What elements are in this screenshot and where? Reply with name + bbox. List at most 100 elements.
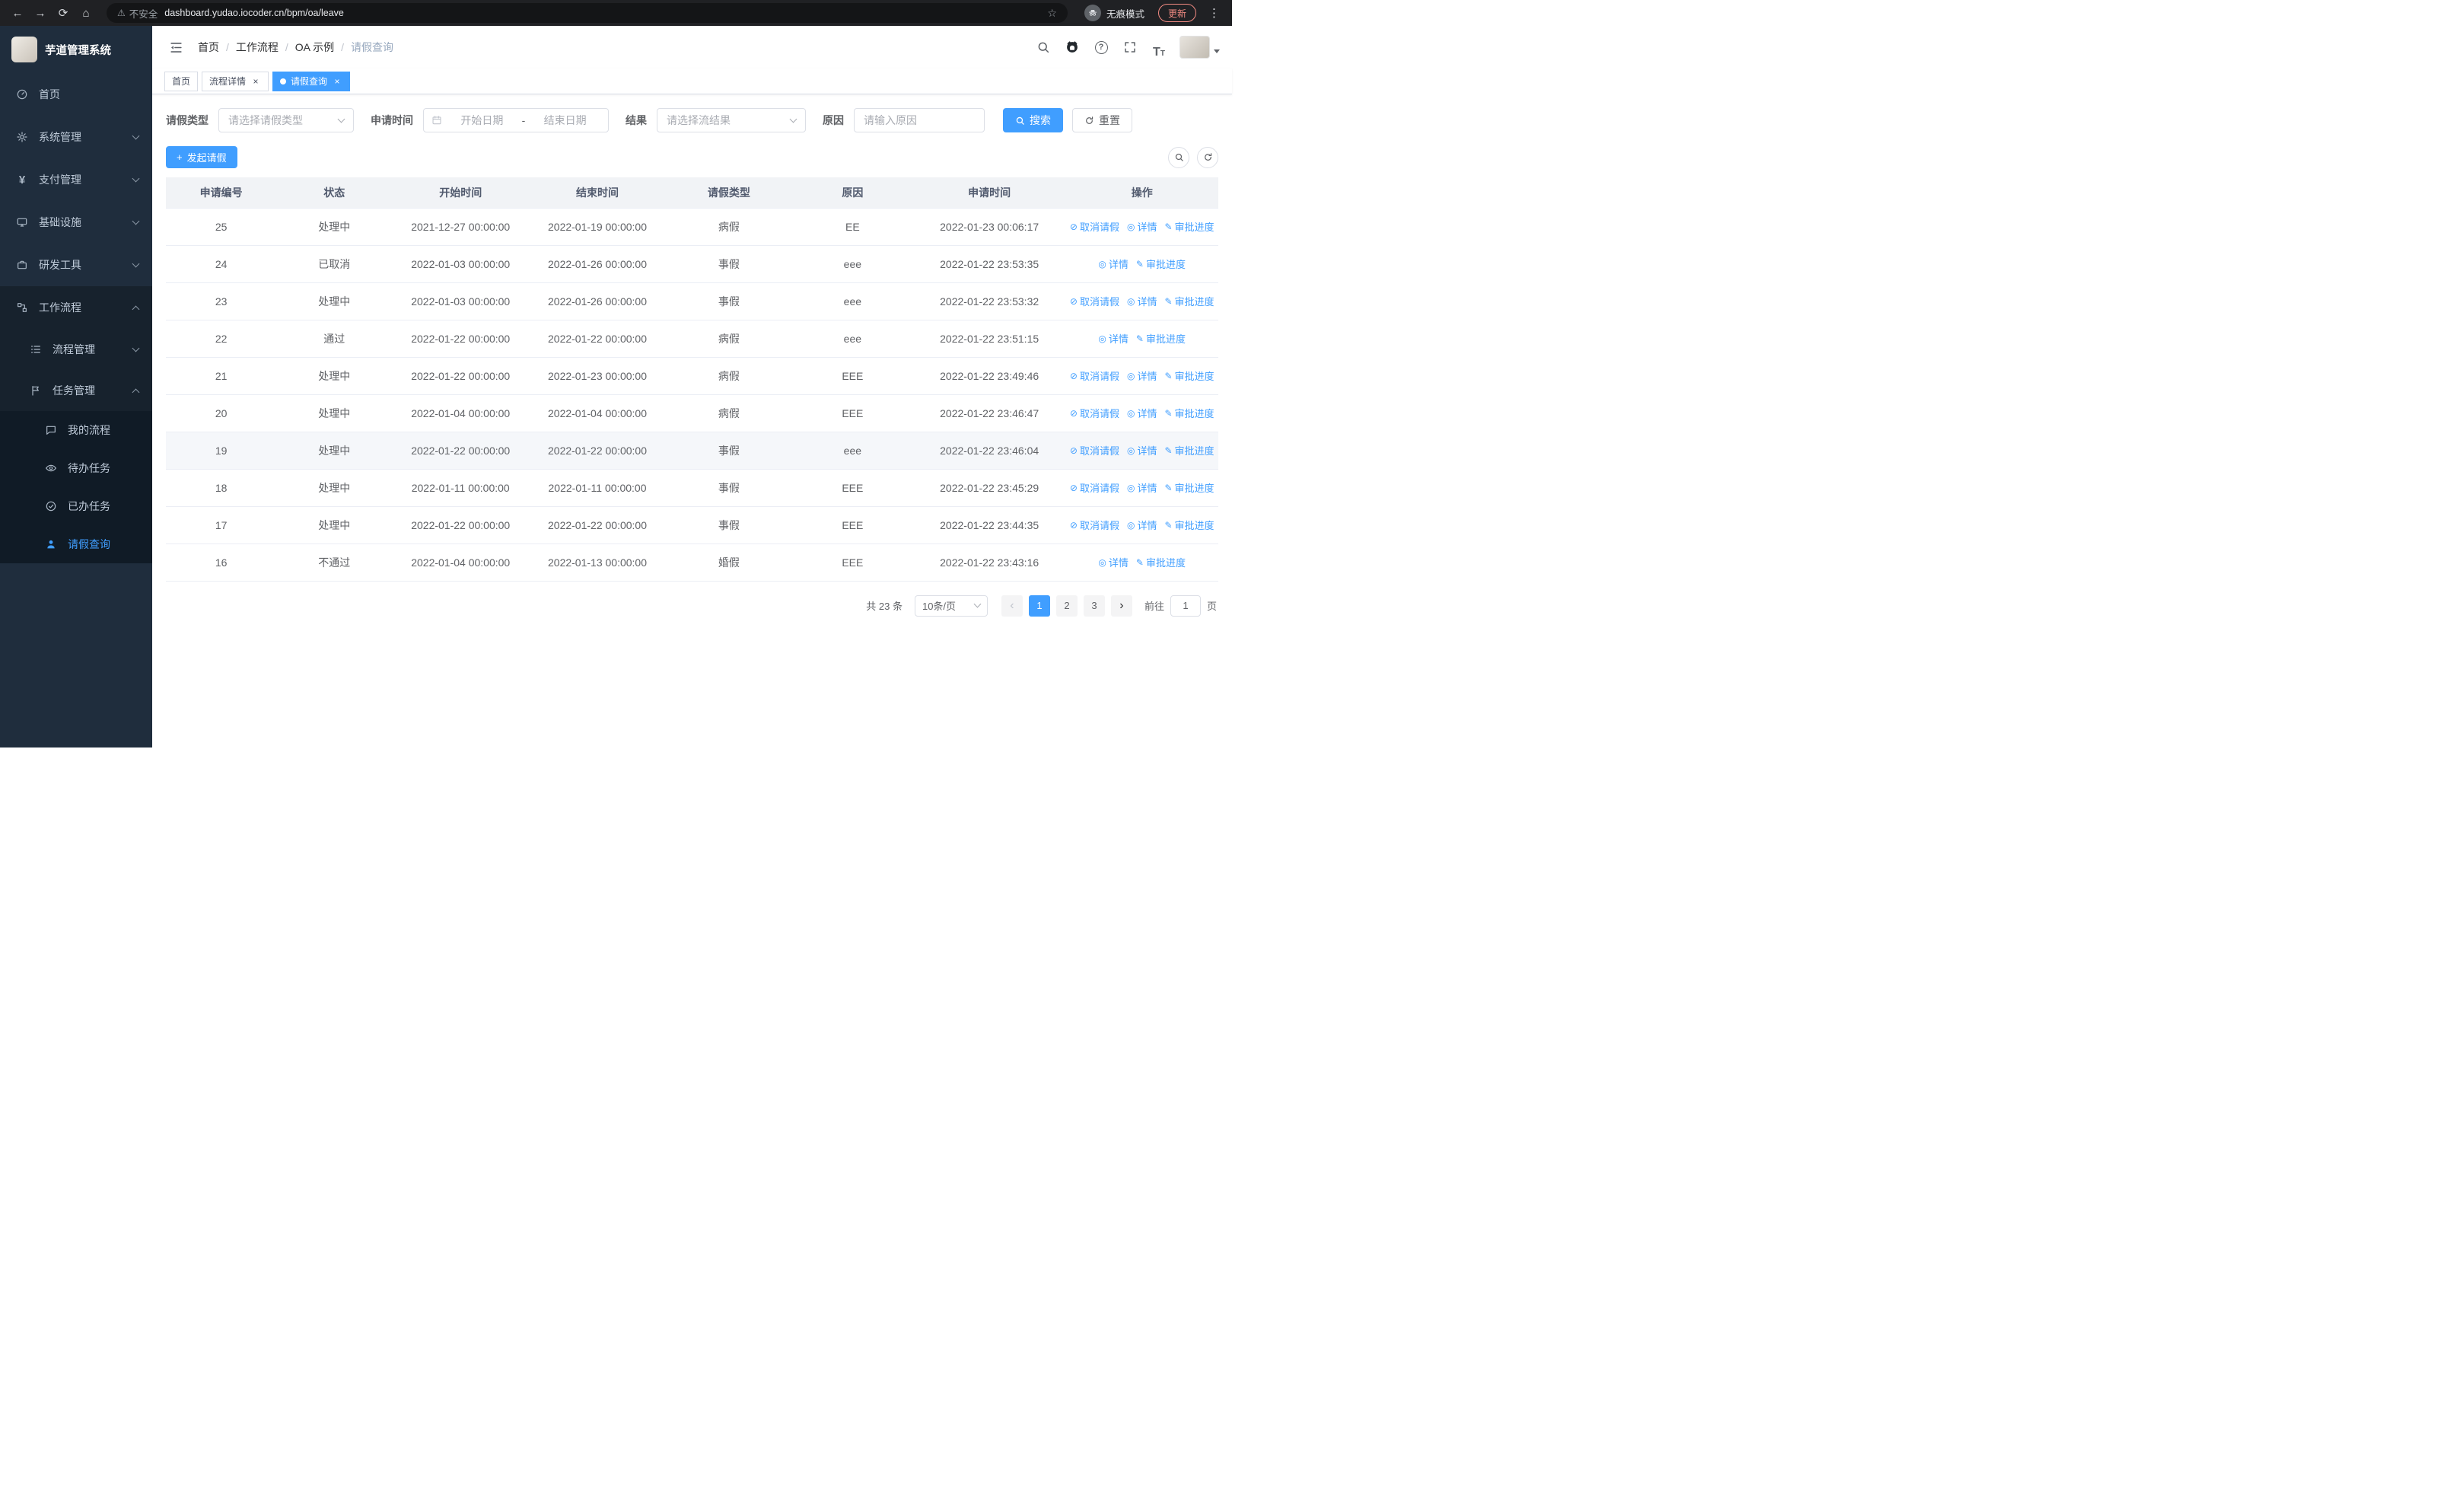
action-detail-link[interactable]: ◎ 详情 — [1127, 368, 1157, 383]
kebab-menu-icon[interactable]: ⋮ — [1204, 6, 1224, 20]
reset-button[interactable]: 重置 — [1072, 108, 1132, 132]
action-progress-link[interactable]: ✎ 审批进度 — [1136, 331, 1186, 346]
action-detail-link[interactable]: ◎ 详情 — [1127, 406, 1157, 420]
app-logo[interactable]: 芋道管理系统 — [0, 26, 152, 73]
sidebar-item-home[interactable]: 首页 — [0, 73, 152, 116]
close-icon[interactable]: × — [332, 76, 342, 87]
action-detail-link[interactable]: ◎ 详情 — [1127, 294, 1157, 308]
page-button-3[interactable]: 3 — [1083, 594, 1105, 617]
sidebar-item-task-management[interactable]: 任务管理 — [0, 370, 152, 411]
table-row[interactable]: 24 已取消 2022-01-03 00:00:00 2022-01-26 00… — [166, 245, 1218, 283]
table-row[interactable]: 18 处理中 2022-01-11 00:00:00 2022-01-11 00… — [166, 469, 1218, 507]
table-row[interactable]: 19 处理中 2022-01-22 00:00:00 2022-01-22 00… — [166, 432, 1218, 470]
bookmark-star-icon[interactable]: ☆ — [1047, 7, 1057, 20]
font-size-icon[interactable]: TT — [1148, 36, 1170, 59]
prev-page-button[interactable]: ‹ — [1001, 594, 1023, 617]
cell-leave-type: 事假 — [665, 432, 792, 470]
action-progress-link[interactable]: ✎ 审批进度 — [1136, 257, 1186, 271]
tab-leave-query[interactable]: 请假查询 × — [272, 71, 351, 91]
sidebar-item-workflow[interactable]: 工作流程 — [0, 286, 152, 329]
sidebar-item-done-tasks[interactable]: 已办任务 — [0, 487, 152, 525]
table-row[interactable]: 25 处理中 2021-12-27 00:00:00 2022-01-19 00… — [166, 208, 1218, 246]
cell-status: 通过 — [276, 320, 393, 358]
page-button-1[interactable]: 1 — [1028, 594, 1050, 617]
breadcrumb-separator: / — [226, 41, 229, 53]
cell-reason: EE — [791, 208, 913, 246]
table-row[interactable]: 22 通过 2022-01-22 00:00:00 2022-01-22 00:… — [166, 320, 1218, 358]
cell-id: 21 — [166, 357, 277, 395]
address-bar[interactable]: ⚠ 不安全 dashboard.yudao.iocoder.cn/bpm/oa/… — [107, 3, 1068, 23]
github-icon[interactable] — [1061, 36, 1084, 59]
forward-icon[interactable]: → — [30, 3, 50, 23]
tab-home[interactable]: 首页 — [164, 71, 199, 91]
action-detail-link[interactable]: ◎ 详情 — [1127, 443, 1157, 457]
action-progress-link[interactable]: ✎ 审批进度 — [1164, 368, 1214, 383]
sidebar-item-todo-tasks[interactable]: 待办任务 — [0, 449, 152, 487]
close-icon[interactable]: × — [250, 76, 261, 87]
breadcrumb-workflow[interactable]: 工作流程 — [236, 40, 279, 55]
action-detail-link[interactable]: ◎ 详情 — [1098, 257, 1129, 271]
reload-icon[interactable]: ⟳ — [53, 3, 73, 23]
sidebar-item-process-management[interactable]: 流程管理 — [0, 329, 152, 370]
action-progress-link[interactable]: ✎ 审批进度 — [1164, 219, 1214, 234]
action-progress-link[interactable]: ✎ 审批进度 — [1164, 294, 1214, 308]
apply-time-range-picker[interactable]: 开始日期 - 结束日期 — [423, 108, 609, 132]
filter-form: 请假类型 请选择请假类型 申请时间 开始日期 - 结束日期 结果 请选择流结果 — [166, 108, 1218, 132]
action-detail-link[interactable]: ◎ 详情 — [1127, 219, 1157, 234]
toggle-search-button[interactable] — [1168, 146, 1189, 168]
home-icon[interactable]: ⌂ — [76, 3, 96, 23]
page-button-2[interactable]: 2 — [1055, 594, 1078, 617]
fullscreen-icon[interactable] — [1119, 36, 1141, 59]
action-cancel-link[interactable]: ⊘ 取消请假 — [1070, 368, 1119, 383]
goto-page-input[interactable] — [1170, 594, 1201, 617]
sidebar-item-devtools[interactable]: 研发工具 — [0, 244, 152, 286]
end-date-input[interactable]: 结束日期 — [530, 113, 600, 128]
action-cancel-link[interactable]: ⊘ 取消请假 — [1070, 443, 1119, 457]
tab-process-detail[interactable]: 流程详情 × — [202, 71, 269, 91]
action-detail-link[interactable]: ◎ 详情 — [1127, 518, 1157, 532]
table-row[interactable]: 20 处理中 2022-01-04 00:00:00 2022-01-04 00… — [166, 394, 1218, 432]
sidebar-item-my-process[interactable]: 我的流程 — [0, 411, 152, 449]
table-row[interactable]: 17 处理中 2022-01-22 00:00:00 2022-01-22 00… — [166, 506, 1218, 544]
leave-type-select[interactable]: 请选择请假类型 — [218, 108, 354, 132]
sidebar-toggle[interactable] — [164, 36, 187, 59]
sidebar-item-leave-query[interactable]: 请假查询 — [0, 525, 152, 563]
page-size-select[interactable]: 10条/页 — [914, 594, 988, 617]
table-row[interactable]: 21 处理中 2022-01-22 00:00:00 2022-01-23 00… — [166, 357, 1218, 395]
action-cancel-link[interactable]: ⊘ 取消请假 — [1070, 406, 1119, 420]
search-icon[interactable] — [1032, 36, 1055, 59]
action-progress-link[interactable]: ✎ 审批进度 — [1164, 406, 1214, 420]
action-progress-link[interactable]: ✎ 审批进度 — [1164, 443, 1214, 457]
sidebar-item-payment[interactable]: ¥ 支付管理 — [0, 158, 152, 201]
action-cancel-link[interactable]: ⊘ 取消请假 — [1070, 294, 1119, 308]
update-button[interactable]: 更新 — [1157, 4, 1196, 22]
help-icon[interactable]: ? — [1090, 36, 1113, 59]
user-menu[interactable] — [1179, 36, 1220, 59]
action-cancel-link[interactable]: ⊘ 取消请假 — [1070, 518, 1119, 532]
action-detail-link[interactable]: ◎ 详情 — [1098, 331, 1129, 346]
action-cancel-link[interactable]: ⊘ 取消请假 — [1070, 219, 1119, 234]
action-progress-link[interactable]: ✎ 审批进度 — [1164, 480, 1214, 495]
action-detail-link[interactable]: ◎ 详情 — [1098, 555, 1129, 569]
create-leave-button[interactable]: + 发起请假 — [166, 146, 237, 168]
action-progress-link[interactable]: ✎ 审批进度 — [1136, 555, 1186, 569]
sidebar-item-infra[interactable]: 基础设施 — [0, 201, 152, 244]
result-select[interactable]: 请选择流结果 — [657, 108, 806, 132]
table-row[interactable]: 23 处理中 2022-01-03 00:00:00 2022-01-26 00… — [166, 282, 1218, 320]
search-button[interactable]: 搜索 — [1003, 108, 1063, 132]
refresh-table-button[interactable] — [1197, 146, 1218, 168]
security-warning[interactable]: ⚠ 不安全 — [117, 6, 158, 21]
action-detail-link[interactable]: ◎ 详情 — [1127, 480, 1157, 495]
next-page-button[interactable]: › — [1110, 594, 1132, 617]
action-cancel-link[interactable]: ⊘ 取消请假 — [1070, 480, 1119, 495]
action-progress-link[interactable]: ✎ 审批进度 — [1164, 518, 1214, 532]
start-date-input[interactable]: 开始日期 — [447, 113, 517, 128]
sidebar-item-system[interactable]: 系统管理 — [0, 116, 152, 158]
reason-input[interactable] — [854, 108, 985, 132]
breadcrumb-home[interactable]: 首页 — [198, 40, 219, 55]
table-row[interactable]: 16 不通过 2022-01-04 00:00:00 2022-01-13 00… — [166, 543, 1218, 582]
cell-actions: ⊘ 取消请假 ◎ 详情 ✎ 审批进度 — [1065, 282, 1218, 320]
back-icon[interactable]: ← — [8, 3, 27, 23]
incognito-label: 无痕模式 — [1106, 8, 1144, 20]
breadcrumb-oa-example[interactable]: OA 示例 — [295, 40, 334, 55]
